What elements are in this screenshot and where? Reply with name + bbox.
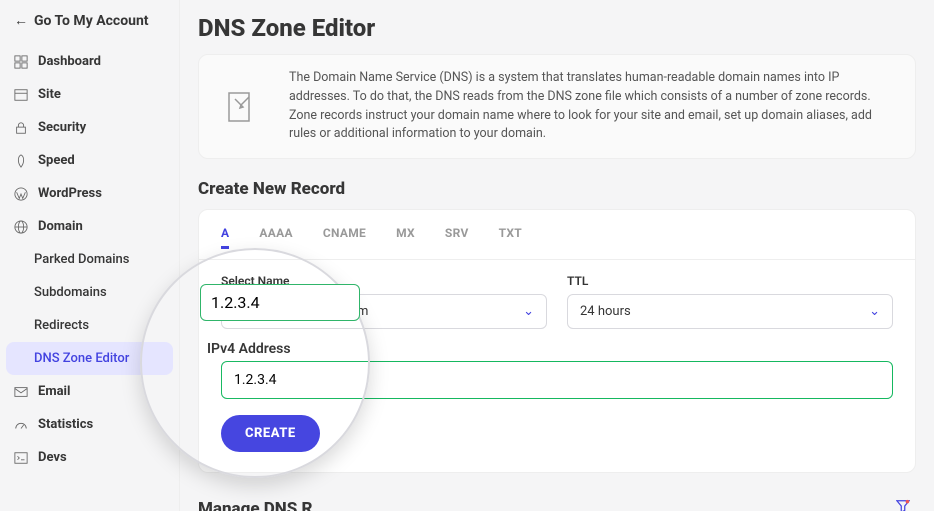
ttl-label: TTL (567, 274, 893, 288)
chevron-down-icon: ⌄ (523, 304, 534, 319)
sidebar-item-site[interactable]: Site (0, 78, 179, 111)
sidebar-item-parked-domains[interactable]: Parked Domains (0, 243, 179, 276)
ipv4-input[interactable] (221, 361, 893, 399)
nav-label: Redirects (34, 318, 89, 333)
nav-label: Domain (38, 219, 83, 234)
nav-label: Security (38, 120, 86, 135)
go-to-account-link[interactable]: ← Go To My Account (0, 8, 179, 45)
sidebar-item-redirects[interactable]: Redirects (0, 309, 179, 342)
tab-txt[interactable]: TXT (499, 220, 522, 249)
lock-icon (14, 121, 28, 135)
sidebar-item-speed[interactable]: Speed (0, 144, 179, 177)
sidebar-item-security[interactable]: Security (0, 111, 179, 144)
nav-label: DNS Zone Editor (34, 351, 129, 366)
page-title: DNS Zone Editor (198, 14, 916, 42)
sidebar-item-devs[interactable]: Devs (0, 441, 179, 474)
tab-aaaa[interactable]: AAAA (259, 220, 292, 249)
wordpress-icon (14, 187, 28, 201)
mail-icon (14, 385, 28, 399)
window-icon (14, 88, 28, 102)
sidebar-item-dashboard[interactable]: Dashboard (0, 45, 179, 78)
tab-a[interactable]: A (221, 220, 229, 249)
tab-mx[interactable]: MX (396, 220, 415, 249)
nav-label: Site (38, 87, 61, 102)
go-back-label: Go To My Account (34, 13, 149, 29)
ttl-value: 24 hours (580, 304, 631, 319)
ttl-dropdown[interactable]: 24 hours ⌄ (567, 294, 893, 329)
nav-label: Statistics (38, 417, 93, 432)
sidebar-item-statistics[interactable]: Statistics (0, 408, 179, 441)
main-content: DNS Zone Editor The Domain Name Service … (180, 0, 934, 511)
create-button[interactable]: CREATE (221, 415, 320, 452)
document-edit-icon (223, 69, 259, 144)
arrow-left-icon: ← (14, 12, 28, 29)
nav-label: Dashboard (38, 54, 101, 69)
record-type-tabs: A AAAA CNAME MX SRV TXT (199, 210, 915, 260)
filter-icon[interactable] (896, 499, 910, 511)
tab-srv[interactable]: SRV (445, 220, 469, 249)
create-record-heading: Create New Record (198, 179, 916, 199)
ipv4-input-zoomed[interactable] (200, 284, 360, 321)
gauge-icon (14, 418, 28, 432)
globe-icon (14, 220, 28, 234)
sidebar-item-wordpress[interactable]: WordPress (0, 177, 179, 210)
tab-cname[interactable]: CNAME (323, 220, 366, 249)
nav-label: Subdomains (34, 285, 107, 300)
sidebar: ← Go To My Account Dashboard Site Securi… (0, 0, 180, 511)
sidebar-item-subdomains[interactable]: Subdomains (0, 276, 179, 309)
sidebar-item-email[interactable]: Email (0, 375, 179, 408)
terminal-icon (14, 451, 28, 465)
nav-label: Speed (38, 153, 75, 168)
grid-icon (14, 55, 28, 69)
nav-label: WordPress (38, 186, 102, 201)
info-text: The Domain Name Service (DNS) is a syste… (289, 69, 891, 144)
sidebar-item-dns-zone-editor[interactable]: DNS Zone Editor (6, 342, 173, 375)
sidebar-item-domain[interactable]: Domain (0, 210, 179, 243)
chevron-down-icon: ⌄ (869, 304, 880, 319)
nav-label: Email (38, 384, 70, 399)
manage-records-heading: Manage DNS R (198, 499, 916, 511)
create-record-card: A AAAA CNAME MX SRV TXT Select Name ame.… (198, 209, 916, 473)
rocket-icon (14, 154, 28, 168)
info-card: The Domain Name Service (DNS) is a syste… (198, 54, 916, 159)
nav-label: Parked Domains (34, 252, 129, 267)
ipv4-label: IPv4 Address (205, 341, 293, 357)
nav-label: Devs (38, 450, 67, 465)
manage-records-section: Manage DNS R Type Name Value Actions A w… (198, 499, 916, 511)
